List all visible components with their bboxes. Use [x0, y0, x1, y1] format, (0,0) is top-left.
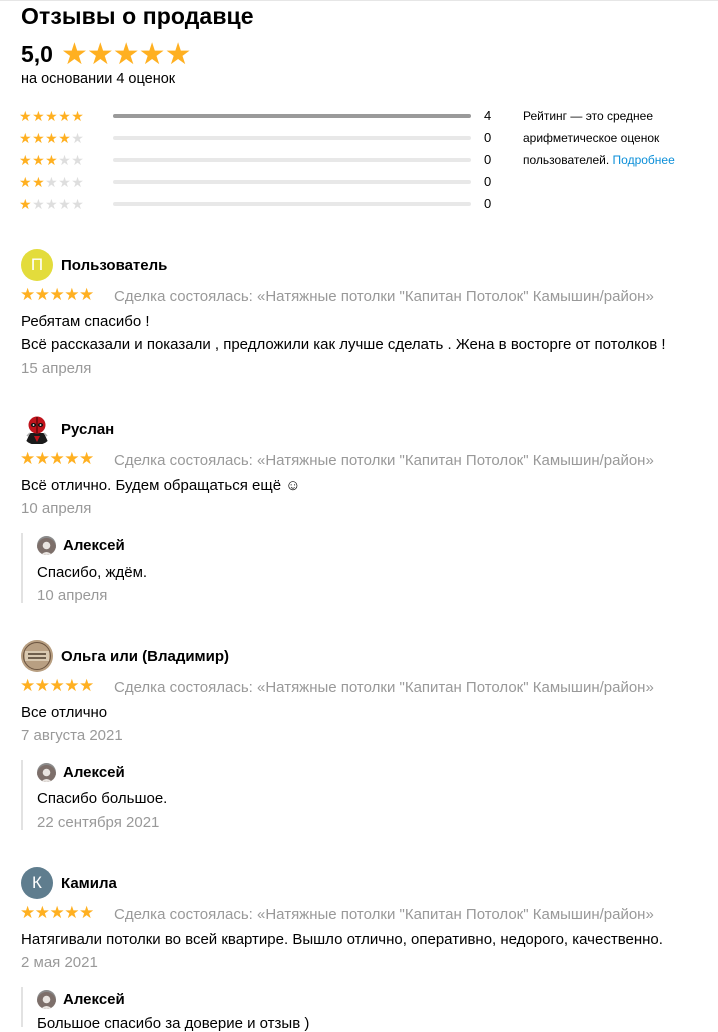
histogram-stars: ★★★★★: [19, 106, 84, 126]
deal-info: Сделка состоялась: «Натяжные потолки "Ка…: [114, 679, 654, 696]
rating-note: Рейтинг — это среднее арифметическое оце…: [523, 105, 703, 171]
histogram-bar: [113, 136, 471, 140]
avatar[interactable]: П: [21, 249, 53, 281]
star-empty-icon: ★: [32, 196, 46, 212]
star-filled-icon: ★: [58, 130, 72, 146]
rating-note-text: пользователей.: [523, 153, 610, 167]
histogram-count: 4: [484, 108, 492, 123]
reply-author[interactable]: Алексей: [63, 537, 125, 554]
star-filled-icon: ★: [45, 152, 59, 168]
histogram-stars: ★★★★★: [19, 194, 84, 214]
histogram-bar: [113, 180, 471, 184]
reply-author[interactable]: Алексей: [63, 764, 125, 781]
histogram-bar: [113, 158, 471, 162]
star-empty-icon: ★: [71, 130, 85, 146]
histogram-count: 0: [484, 152, 492, 167]
histogram-row: ★★★★★ 0: [19, 150, 499, 170]
star-empty-icon: ★: [58, 152, 72, 168]
reply-text: Спасибо большое.: [37, 790, 168, 807]
star-empty-icon: ★: [45, 196, 59, 212]
star-filled-icon: ★: [71, 108, 85, 124]
star-empty-icon: ★: [71, 196, 85, 212]
reply-date: 22 сентября 2021: [37, 814, 160, 831]
avatar-letter: П: [30, 255, 44, 274]
top-divider: [0, 0, 718, 1]
reply-divider: [21, 987, 23, 1027]
histogram-row: ★★★★★ 4: [19, 106, 499, 126]
review-date: 2 мая 2021: [21, 954, 98, 971]
histogram-stars: ★★★★★: [19, 172, 84, 192]
star-filled-icon: ★: [58, 108, 72, 124]
review-author[interactable]: Камила: [61, 875, 117, 892]
review-date: 7 августа 2021: [21, 727, 123, 744]
badge-avatar-icon[interactable]: [21, 640, 53, 672]
review-author[interactable]: Пользователь: [61, 257, 167, 274]
review-stars: ★★★★★: [20, 449, 94, 468]
average-score: 5,0: [21, 41, 53, 67]
review-date: 15 апреля: [21, 360, 92, 377]
star-filled-icon: ★: [19, 152, 33, 168]
star-filled-icon: ★: [45, 108, 59, 124]
review-author[interactable]: Ольга или (Владимир): [61, 648, 229, 665]
avatar-letter: К: [32, 873, 42, 892]
page-title: Отзывы о продавце: [21, 3, 254, 29]
deal-info: Сделка состоялась: «Натяжные потолки "Ка…: [114, 906, 654, 923]
review-date: 10 апреля: [21, 500, 92, 517]
star-filled-icon: ★: [19, 108, 33, 124]
histogram-row: ★★★★★ 0: [19, 194, 499, 214]
histogram-bar: [113, 202, 471, 206]
reply-divider: [21, 760, 23, 830]
histogram-stars: ★★★★★: [19, 128, 84, 148]
review-text: Всё отлично. Будем обращаться ещё ☺: [21, 477, 301, 494]
review-author[interactable]: Руслан: [61, 421, 114, 438]
reply-text: Спасибо, ждём.: [37, 564, 148, 581]
histogram-count: 0: [484, 174, 492, 189]
histogram-row: ★★★★★ 0: [19, 172, 499, 192]
reply-divider: [21, 533, 23, 603]
review-text: Ребятам спасибо !: [21, 313, 150, 330]
review-text: Все отлично: [21, 704, 108, 721]
star-empty-icon: ★: [71, 152, 85, 168]
rating-note-line: Рейтинг — это среднее: [523, 109, 654, 123]
histogram-row: ★★★★★ 0: [19, 128, 499, 148]
star-filled-icon: ★: [19, 196, 33, 212]
deal-info: Сделка состоялась: «Натяжные потолки "Ка…: [114, 452, 654, 469]
star-empty-icon: ★: [45, 174, 59, 190]
star-empty-icon: ★: [58, 174, 72, 190]
reply-avatar-icon[interactable]: [37, 763, 56, 782]
reply-date: 10 апреля: [37, 587, 108, 604]
star-filled-icon: ★: [19, 174, 33, 190]
rating-note-line: пользователей. Подробнее: [523, 149, 703, 171]
histogram-count: 0: [484, 130, 492, 145]
reply-avatar-icon[interactable]: [37, 990, 56, 1009]
histogram-count: 0: [484, 196, 492, 211]
reply-avatar-icon[interactable]: [37, 536, 56, 555]
review-stars: ★★★★★: [20, 285, 94, 304]
star-filled-icon: ★: [32, 130, 46, 146]
star-filled-icon: ★: [32, 174, 46, 190]
rating-note-line: арифметическое оценок: [523, 131, 660, 145]
reply-author[interactable]: Алексей: [63, 991, 125, 1008]
star-empty-icon: ★: [58, 196, 72, 212]
deadpool-avatar-icon[interactable]: [21, 413, 53, 445]
star-filled-icon: ★: [45, 130, 59, 146]
histogram-bar: [113, 114, 471, 118]
review-stars: ★★★★★: [20, 903, 94, 922]
star-filled-icon: ★: [19, 130, 33, 146]
histogram-bar-fill: [113, 114, 471, 118]
review-stars: ★★★★★: [20, 676, 94, 695]
histogram-stars: ★★★★★: [19, 150, 84, 170]
star-filled-icon: ★: [32, 108, 46, 124]
more-info-link[interactable]: Подробнее: [613, 153, 675, 167]
average-stars: ★★★★★: [61, 38, 191, 71]
ratings-count: на основании 4 оценок: [21, 71, 176, 87]
review-text: Всё рассказали и показали , предложили к…: [21, 336, 666, 353]
review-text: Натягивали потолки во всей квартире. Выш…: [21, 931, 663, 948]
avatar[interactable]: К: [21, 867, 53, 899]
deal-info: Сделка состоялась: «Натяжные потолки "Ка…: [114, 288, 654, 305]
star-filled-icon: ★: [32, 152, 46, 168]
star-empty-icon: ★: [71, 174, 85, 190]
